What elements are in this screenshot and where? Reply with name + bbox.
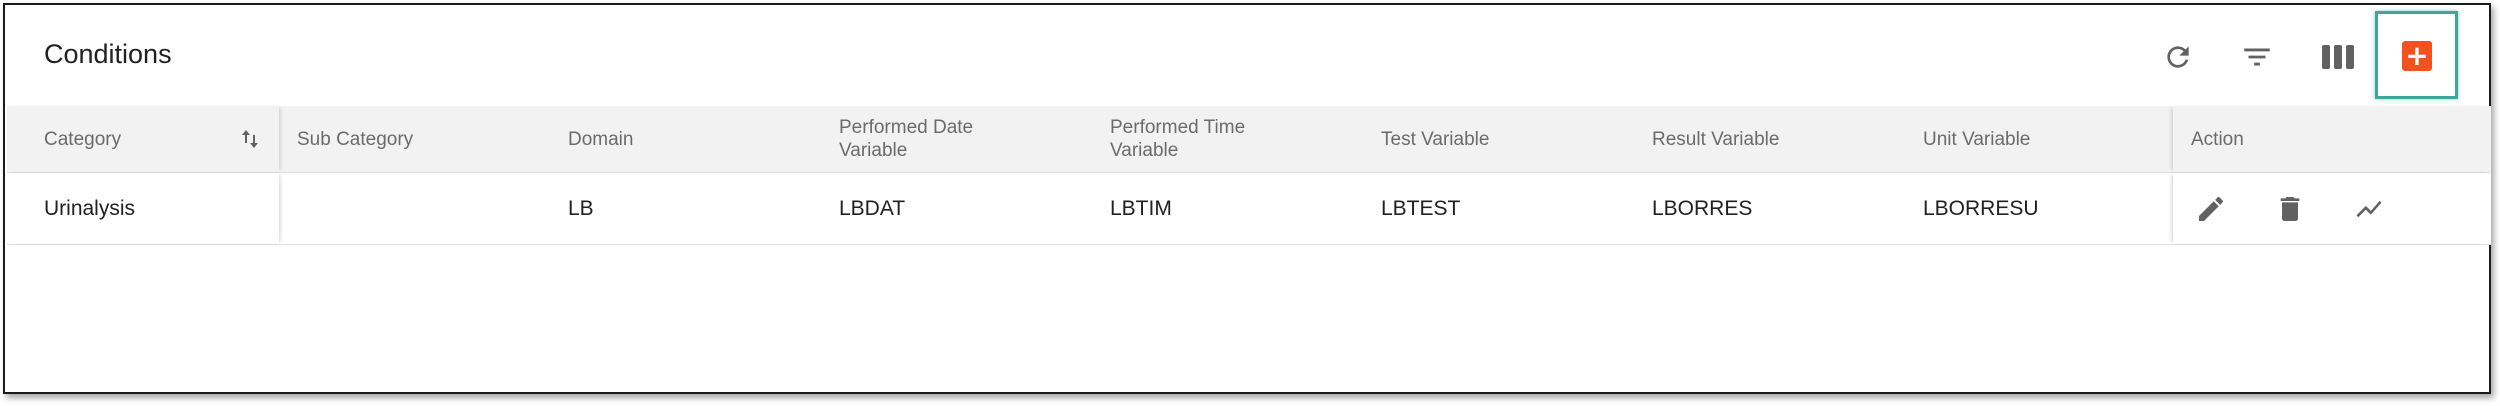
page-title: Conditions: [44, 39, 172, 69]
refresh-button[interactable]: [2156, 35, 2200, 79]
edit-icon: [2199, 196, 2224, 221]
columns-button[interactable]: [2316, 35, 2360, 79]
conditions-panel: Conditions + Category Sub Category Domai…: [3, 3, 2491, 394]
column-header-domain[interactable]: Domain: [568, 106, 818, 172]
table-row[interactable]: Urinalysis LB LBDAT LBTIM LBTEST LBORRES…: [7, 173, 2491, 245]
column-header-action: Action: [2191, 128, 2244, 150]
cell-result-variable: LBORRES: [1652, 196, 1753, 220]
table-header: Category Sub Category Domain Performed D…: [7, 106, 2491, 173]
add-icon: +: [2405, 39, 2429, 72]
cell-domain: LB: [568, 196, 594, 220]
column-header-performed-time-variable[interactable]: Performed Time Variable: [1110, 106, 1285, 172]
add-condition-button[interactable]: +: [2402, 41, 2432, 71]
filter-button[interactable]: [2235, 35, 2279, 79]
column-header-result-variable[interactable]: Result Variable: [1652, 106, 1902, 172]
cell-unit-variable: LBORRESU: [1923, 196, 2039, 220]
sort-icon: [242, 130, 258, 148]
cell-sub-category: [297, 173, 547, 244]
chart-button[interactable]: [2351, 191, 2387, 227]
column-header-sub-category[interactable]: Sub Category: [297, 106, 547, 172]
cell-performed-date-variable: LBDAT: [839, 196, 906, 220]
cell-category: Urinalysis: [44, 196, 136, 220]
refresh-icon: [2167, 46, 2189, 68]
filter-icon: [2244, 48, 2270, 66]
delete-button[interactable]: [2272, 191, 2308, 227]
sort-button[interactable]: [235, 106, 265, 172]
columns-icon: [2322, 45, 2354, 69]
column-header-unit-variable[interactable]: Unit Variable: [1923, 106, 2163, 172]
cell-performed-time-variable: LBTIM: [1110, 196, 1172, 220]
edit-button[interactable]: [2193, 191, 2229, 227]
delete-icon: [2280, 197, 2300, 221]
column-header-test-variable[interactable]: Test Variable: [1381, 106, 1631, 172]
column-header-category[interactable]: Category: [44, 106, 254, 172]
cell-test-variable: LBTEST: [1381, 196, 1461, 220]
chart-icon: [2356, 200, 2382, 218]
column-header-performed-date-variable[interactable]: Performed Date Variable: [839, 106, 1014, 172]
